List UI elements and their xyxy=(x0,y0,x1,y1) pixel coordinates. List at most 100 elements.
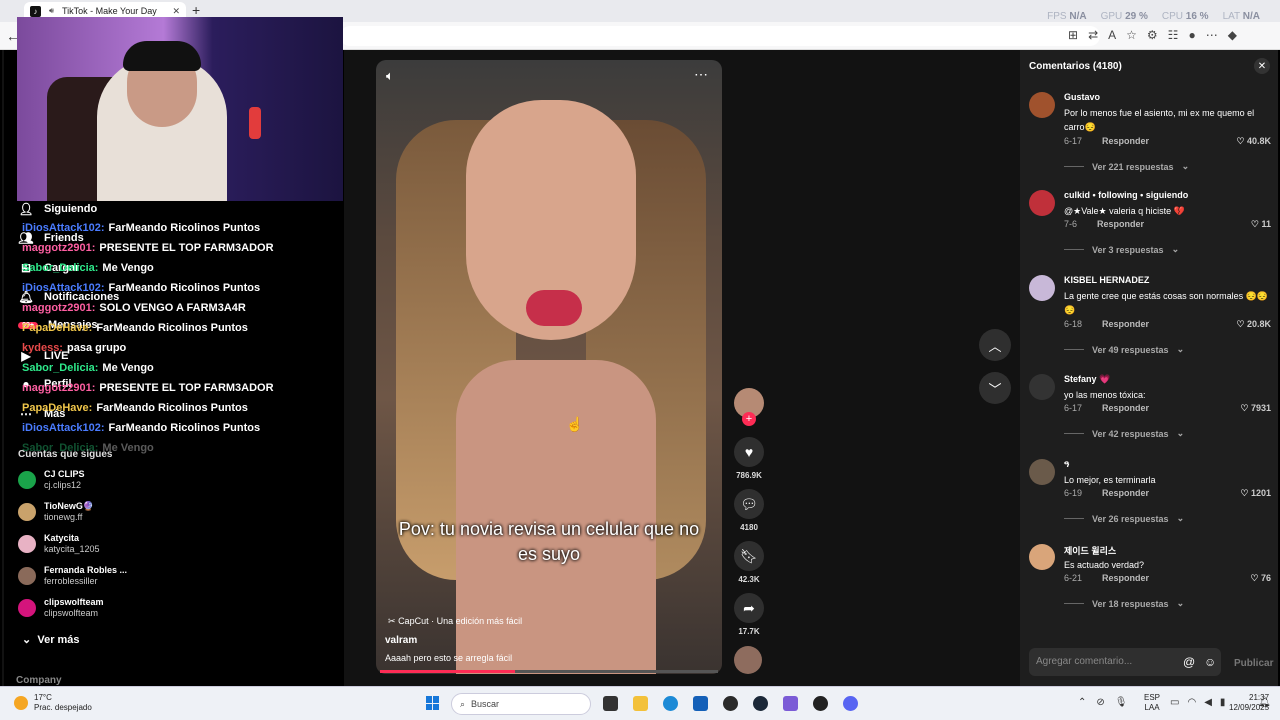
avatar[interactable] xyxy=(1029,374,1055,400)
following-account[interactable]: clipswolfteam clipswolfteam xyxy=(18,597,104,619)
company-link[interactable]: Company xyxy=(16,675,62,686)
follow-plus-icon[interactable]: + xyxy=(742,412,756,426)
read-aloud-icon[interactable]: A xyxy=(1108,28,1116,42)
profile-icon[interactable]: ● xyxy=(1188,28,1195,42)
comment-username[interactable]: Stefany 💗 xyxy=(1064,374,1110,385)
view-replies-button[interactable]: Ver 49 respuestas ⌄ xyxy=(1064,344,1184,355)
avatar[interactable] xyxy=(1029,459,1055,485)
task-view-icon[interactable] xyxy=(603,696,618,711)
comment-like[interactable]: ♡ 7931 xyxy=(1240,403,1271,414)
heart-icon[interactable]: ♥ xyxy=(734,437,764,467)
mic-icon[interactable]: 🎙︎ xyxy=(1115,697,1128,708)
comment-username[interactable]: 제이드 윌리스 xyxy=(1064,544,1116,557)
video-player[interactable] xyxy=(376,60,722,674)
avatar[interactable] xyxy=(1029,92,1055,118)
video-author[interactable]: valram xyxy=(385,635,417,646)
display-icon[interactable]: ▭ xyxy=(1170,697,1179,708)
comment-like[interactable]: ♡ 20.8K xyxy=(1236,319,1271,330)
comment-icon[interactable]: 💬︎ xyxy=(734,489,764,519)
share-action[interactable]: ➦ 17.7K xyxy=(734,593,764,636)
edge-icon[interactable] xyxy=(663,696,678,711)
previous-video-button[interactable]: ︿ xyxy=(979,329,1011,361)
extensions-icon[interactable]: ⚙ xyxy=(1147,28,1158,42)
obs-icon[interactable] xyxy=(813,696,828,711)
like-count: 786.9K xyxy=(736,471,762,480)
reply-button[interactable]: Responder xyxy=(1102,403,1149,413)
translate-icon[interactable]: ⇄ xyxy=(1088,28,1098,42)
bookmark-icon[interactable]: 🔖︎ xyxy=(734,541,764,571)
comment-like[interactable]: ♡ 76 xyxy=(1250,573,1271,584)
wifi-icon[interactable]: ◠ xyxy=(1187,697,1196,708)
view-replies-button[interactable]: Ver 26 respuestas ⌄ xyxy=(1064,513,1184,524)
reply-button[interactable]: Responder xyxy=(1102,573,1149,583)
reply-button[interactable]: Responder xyxy=(1102,488,1149,498)
taskbar-search[interactable]: ⌕ Buscar xyxy=(451,693,591,715)
more-options-icon[interactable]: ⋯ xyxy=(694,66,708,83)
share-count: 17.7K xyxy=(738,627,760,636)
address-bar[interactable] xyxy=(340,26,1100,46)
avatar[interactable] xyxy=(1029,190,1055,216)
store-icon[interactable] xyxy=(693,696,708,711)
copilot-app-icon[interactable] xyxy=(783,696,798,711)
nav-siguiendo[interactable]: 👤︎ Siguiendo xyxy=(18,202,97,216)
favorite-star-icon[interactable]: ☆ xyxy=(1126,28,1137,42)
view-replies-button[interactable]: Ver 221 respuestas ⌄ xyxy=(1064,161,1189,172)
video-progress-bar[interactable] xyxy=(380,670,718,673)
see-more-button[interactable]: ⌄ Ver más xyxy=(22,633,80,646)
comment-username[interactable]: KISBEL HERNADEZ xyxy=(1064,275,1149,285)
following-account[interactable]: CJ CLIPS cj.clips12 xyxy=(18,469,85,491)
speaker-icon[interactable]: ◀ xyxy=(1204,697,1212,708)
file-explorer-icon[interactable] xyxy=(633,696,648,711)
apps-icon[interactable]: ⊞ xyxy=(1068,28,1078,42)
comment-meta: 7-6 Responder xyxy=(1064,219,1274,229)
capcut-tag[interactable]: ✂ CapCut · Una edición más fácil xyxy=(388,616,522,627)
weather-widget[interactable]: 17°C Prac. despejado xyxy=(14,693,92,713)
battery-icon[interactable]: ▮ xyxy=(1220,697,1226,708)
comment-username[interactable]: ዓ xyxy=(1064,459,1069,470)
sound-avatar[interactable] xyxy=(734,646,762,674)
close-tab-icon[interactable]: ✕ xyxy=(172,6,180,17)
new-tab-icon[interactable]: + xyxy=(192,2,200,18)
discord-icon[interactable] xyxy=(843,696,858,711)
notification-bell-icon[interactable]: 🔔︎ xyxy=(1258,697,1271,708)
network-icon[interactable]: ⊘ xyxy=(1096,697,1104,708)
avatar[interactable] xyxy=(1029,544,1055,570)
steam-icon[interactable] xyxy=(753,696,768,711)
speaker-icon[interactable]: 🔊︎ xyxy=(46,6,57,17)
chat-text: FarMeando Ricolinos Puntos xyxy=(96,402,248,414)
reply-button[interactable]: Responder xyxy=(1102,136,1149,146)
comment-like[interactable]: ♡ 11 xyxy=(1251,219,1271,230)
emoji-icon[interactable]: ☺ xyxy=(1204,655,1216,669)
windows-start-icon[interactable] xyxy=(426,696,440,710)
view-replies-button[interactable]: Ver 18 respuestas ⌄ xyxy=(1064,598,1184,609)
comment-like[interactable]: ♡ 1201 xyxy=(1240,488,1271,499)
reply-button[interactable]: Responder xyxy=(1102,319,1149,329)
app-icon[interactable] xyxy=(723,696,738,711)
following-account[interactable]: Fernanda Robles ... ferroblessiller xyxy=(18,565,127,587)
mention-icon[interactable]: @ xyxy=(1183,655,1195,669)
next-video-button[interactable]: ﹀ xyxy=(979,372,1011,404)
following-account[interactable]: TioNewG🔮 tionewg.ff xyxy=(18,501,94,523)
close-icon[interactable]: ✕ xyxy=(1254,58,1270,74)
collections-icon[interactable]: ☷ xyxy=(1168,28,1179,42)
reply-button[interactable]: Responder xyxy=(1097,219,1144,229)
chevron-up-icon[interactable]: ⌃ xyxy=(1078,697,1086,708)
language-indicator[interactable]: ESP LAA xyxy=(1144,693,1160,713)
share-arrow-icon[interactable]: ➦ xyxy=(734,593,764,623)
following-account[interactable]: Katycita katycita_1205 xyxy=(18,533,100,555)
save-action[interactable]: 🔖︎ 42.3K xyxy=(734,541,764,584)
chat-username: iDiosAttack102: xyxy=(22,222,105,234)
publish-button[interactable]: Publicar xyxy=(1234,658,1273,669)
avatar[interactable] xyxy=(1029,275,1055,301)
avatar xyxy=(18,471,36,489)
view-replies-button[interactable]: Ver 3 respuestas ⌄ xyxy=(1064,244,1179,255)
copilot-icon[interactable]: ◆ xyxy=(1228,28,1237,42)
comment-action[interactable]: 💬︎ 4180 xyxy=(734,489,764,532)
comment-username[interactable]: culkid • following • siguiendo xyxy=(1064,190,1188,200)
menu-dots-icon[interactable]: ⋯ xyxy=(1206,28,1218,42)
volume-icon[interactable]: 🔈︎ xyxy=(386,68,394,84)
comment-username[interactable]: Gustavo xyxy=(1064,92,1100,102)
like-action[interactable]: ♥ 786.9K xyxy=(734,437,764,480)
comment-like[interactable]: ♡ 40.8K xyxy=(1236,136,1271,147)
view-replies-button[interactable]: Ver 42 respuestas ⌄ xyxy=(1064,428,1184,439)
